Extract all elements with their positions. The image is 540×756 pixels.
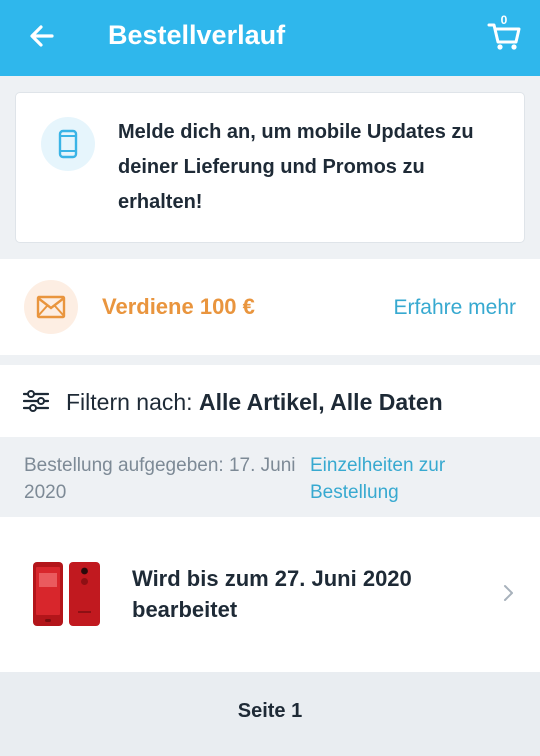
filter-label: Filtern nach: Alle Artikel, Alle Daten bbox=[66, 387, 443, 417]
chevron-right-icon[interactable] bbox=[503, 584, 515, 602]
earn-banner: Verdiene 100 € Erfahre mehr bbox=[0, 259, 540, 355]
promo-text: Melde dich an, um mobile Updates zu dein… bbox=[118, 121, 474, 213]
order-item[interactable]: Wird bis zum 27. Juni 2020 bearbeitet bbox=[0, 517, 540, 672]
cart-badge: 0 bbox=[500, 13, 508, 27]
pagination: Seite 1 bbox=[0, 672, 540, 756]
page-title: Bestellverlauf bbox=[108, 20, 286, 50]
filter-bar[interactable]: Filtern nach: Alle Artikel, Alle Daten bbox=[0, 365, 540, 437]
learn-more-link[interactable]: Erfahre mehr bbox=[393, 295, 516, 321]
filter-prefix: Filtern nach: bbox=[66, 389, 193, 415]
order-details-link[interactable]: Einzelheiten zur Bestellung bbox=[310, 452, 520, 506]
earn-text: Verdiene 100 € bbox=[102, 294, 255, 319]
order-header: Bestellung aufgegeben: 17. Juni 2020 Ein… bbox=[0, 437, 540, 517]
item-status: Wird bis zum 27. Juni 2020 bearbeitet bbox=[132, 566, 412, 622]
envelope-icon bbox=[24, 280, 78, 334]
mobile-phone-icon bbox=[41, 117, 95, 171]
sliders-icon bbox=[23, 390, 49, 412]
mobile-updates-banner[interactable]: Melde dich an, um mobile Updates zu dein… bbox=[15, 92, 525, 243]
app-header: Bestellverlauf 0 bbox=[0, 0, 540, 76]
page-indicator: Seite 1 bbox=[237, 700, 303, 722]
order-placed-date: Bestellung aufgegeben: 17. Juni 2020 bbox=[24, 455, 296, 503]
filter-value: Alle Artikel, Alle Daten bbox=[198, 389, 443, 415]
arrow-left-icon[interactable] bbox=[26, 20, 58, 52]
red-smartphone-image bbox=[33, 562, 100, 626]
